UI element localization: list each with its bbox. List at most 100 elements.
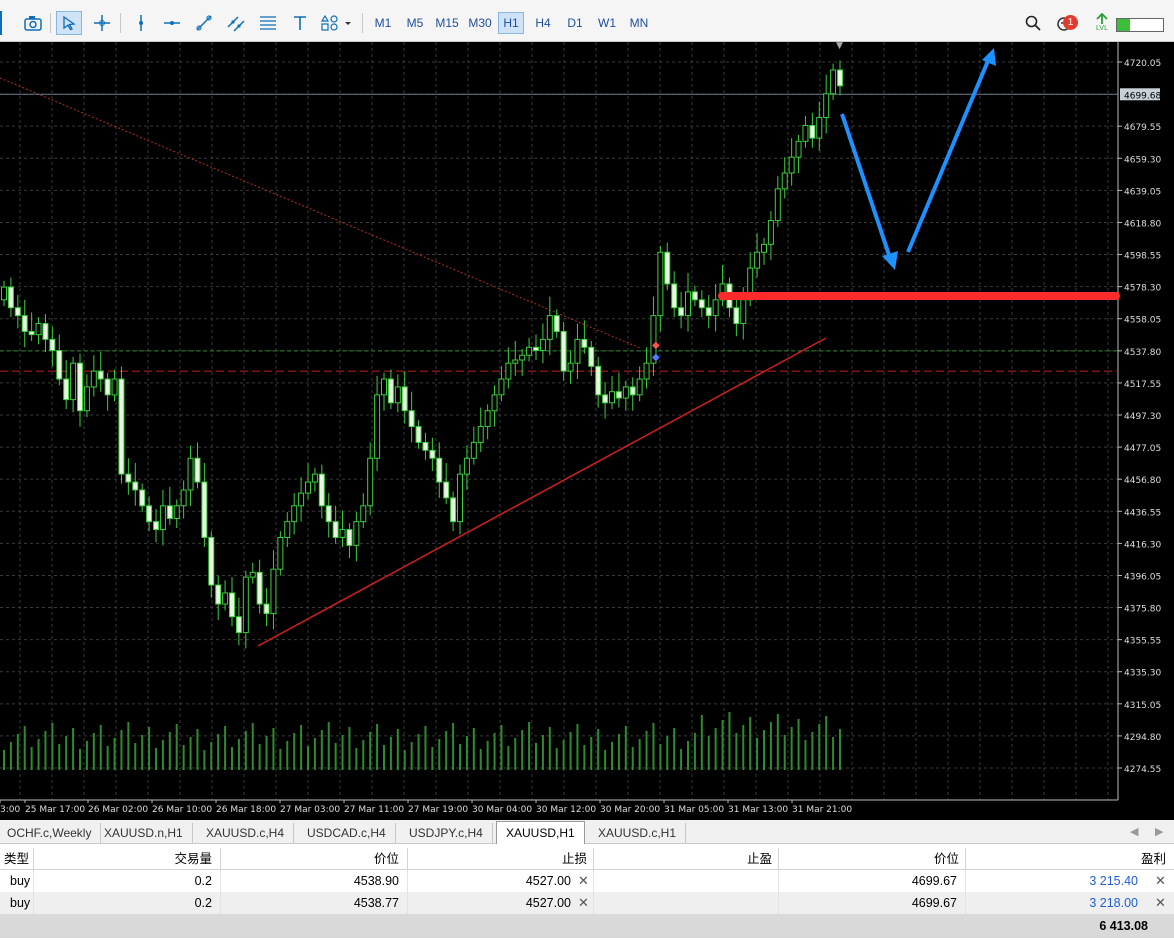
candle-body xyxy=(104,378,111,396)
trade-profit: 3 215.40 xyxy=(1089,874,1138,888)
trade-tp[interactable] xyxy=(594,892,779,914)
candle-body xyxy=(284,521,291,539)
shapes-dropdown-icon[interactable] xyxy=(318,11,354,35)
candle-body xyxy=(781,172,788,190)
candle-body xyxy=(678,307,685,317)
candle-body xyxy=(767,220,774,245)
chart-tab[interactable]: XAUUSD.n,H1 xyxy=(95,823,193,843)
chart-tab[interactable]: XAUUSD.c,H4 xyxy=(197,823,295,843)
time-tick-label: 26 Mar 10:00 xyxy=(152,805,212,815)
search-icon[interactable] xyxy=(1020,11,1046,35)
cursor-icon[interactable] xyxy=(56,11,82,35)
trade-tp[interactable] xyxy=(594,870,779,892)
col-price[interactable]: 价位 xyxy=(779,848,966,870)
timeframe-mn-button[interactable]: MN xyxy=(626,12,652,34)
candle-body xyxy=(595,365,602,396)
col-profit[interactable]: 盈利 xyxy=(966,848,1174,870)
candle-body xyxy=(215,584,222,605)
candle-body xyxy=(42,323,49,340)
timeframe-h1-button[interactable]: H1 xyxy=(498,12,524,34)
candle-body xyxy=(256,571,263,605)
channel-icon[interactable] xyxy=(223,11,249,35)
candle-body xyxy=(774,188,781,222)
candle-body xyxy=(1,286,7,301)
candle-body xyxy=(671,283,678,309)
candle-body xyxy=(636,378,643,396)
candle-body xyxy=(146,505,153,523)
text-tool-icon[interactable] xyxy=(287,11,313,35)
candle-body xyxy=(125,473,132,483)
screenshot-icon[interactable] xyxy=(20,11,46,35)
chart-tab[interactable]: USDCAD.c,H4 xyxy=(298,823,396,843)
remove-sl-icon[interactable]: ✕ xyxy=(578,892,589,914)
candle-body xyxy=(740,299,747,325)
chart-tab[interactable]: OCHF.c,Weekly xyxy=(0,823,102,843)
price-tick-label: 4477.05 xyxy=(1124,444,1161,454)
trade-type: buy xyxy=(0,870,34,892)
candle-body xyxy=(180,489,187,507)
col-tp[interactable]: 止盈 xyxy=(594,848,779,870)
candle-body xyxy=(111,378,118,396)
candle-body xyxy=(581,338,588,348)
timeframe-m30-button[interactable]: M30 xyxy=(465,12,495,34)
tab-scroll-left-icon[interactable]: ◀ xyxy=(1130,825,1138,838)
timeframe-h4-button[interactable]: H4 xyxy=(530,12,556,34)
fibonacci-icon[interactable] xyxy=(255,11,281,35)
timeframe-m1-button[interactable]: M1 xyxy=(370,12,396,34)
timeframe-d1-button[interactable]: D1 xyxy=(562,12,588,34)
trade-sl[interactable]: 4527.00 xyxy=(408,892,594,914)
tab-scroll-right-icon[interactable]: ▶ xyxy=(1155,825,1163,838)
trade-row[interactable]: buy 0.2 4538.77 4527.00 4699.67 3 218.00 ✕ ✕ xyxy=(0,892,1174,914)
candle-body xyxy=(816,117,823,139)
candle-body xyxy=(809,124,816,139)
candle-body xyxy=(360,505,367,523)
candle-body xyxy=(249,571,256,578)
candle-body xyxy=(346,529,353,546)
trade-type: buy xyxy=(0,892,34,914)
buy-marker-icon: ◆ xyxy=(652,352,660,363)
timeframe-m15-button[interactable]: M15 xyxy=(432,12,462,34)
chart-tab[interactable]: USDJPY.c,H4 xyxy=(400,823,493,843)
candle-body xyxy=(139,489,146,507)
price-tick-label: 4274.55 xyxy=(1124,765,1161,775)
candle-body xyxy=(318,473,325,507)
close-position-icon[interactable]: ✕ xyxy=(1155,870,1166,892)
timeframe-w1-button[interactable]: W1 xyxy=(594,12,620,34)
price-tick-label: 4598.55 xyxy=(1124,252,1161,262)
price-tick-label: 4456.80 xyxy=(1124,476,1161,486)
candle-body xyxy=(546,315,553,340)
candle-body xyxy=(436,457,443,483)
candle-body xyxy=(401,386,408,412)
trade-row[interactable]: buy 0.2 4538.90 4527.00 4699.67 3 215.40 ✕ ✕ xyxy=(0,870,1174,892)
candle-body xyxy=(643,362,650,380)
horizontal-line-icon[interactable] xyxy=(159,11,185,35)
candle-body xyxy=(173,505,180,519)
candle-body xyxy=(311,473,318,483)
candle-body xyxy=(761,243,767,253)
sell-marker-icon: ◆ xyxy=(652,340,660,351)
candle-body xyxy=(422,441,429,451)
crosshair-icon[interactable] xyxy=(89,11,115,35)
vertical-line-icon[interactable] xyxy=(128,11,154,35)
timeframe-m5-button[interactable]: M5 xyxy=(402,12,428,34)
chart-tab[interactable]: XAUUSD.c,H1 xyxy=(589,823,687,843)
close-position-icon[interactable]: ✕ xyxy=(1155,892,1166,914)
candle-body xyxy=(560,330,567,372)
candle-body xyxy=(332,521,339,539)
price-chart[interactable]: ◆ ◆ ▼ 4720.05 4699.68 4679.55 4659.30 4639.05 46… xyxy=(0,42,1174,820)
trendline-icon[interactable] xyxy=(191,11,217,35)
remove-sl-icon[interactable]: ✕ xyxy=(578,870,589,892)
col-volume[interactable]: 交易量 xyxy=(34,848,221,870)
col-sl[interactable]: 止损 xyxy=(408,848,594,870)
lvl-icon[interactable]: LVL xyxy=(1089,11,1115,35)
candle-body xyxy=(201,481,208,539)
trade-sl[interactable]: 4527.00 xyxy=(408,870,594,892)
separator xyxy=(50,13,51,33)
current-price-label: 4699.68 xyxy=(1124,91,1161,101)
candle-body xyxy=(588,346,595,367)
time-tick-label: 30 Mar 20:00 xyxy=(600,805,660,815)
col-open-price[interactable]: 价位 xyxy=(221,848,408,870)
chart-tab[interactable]: XAUUSD,H1 xyxy=(496,821,585,844)
col-type[interactable]: 类型 xyxy=(0,848,34,870)
price-tick-label: 4355.55 xyxy=(1124,637,1161,647)
